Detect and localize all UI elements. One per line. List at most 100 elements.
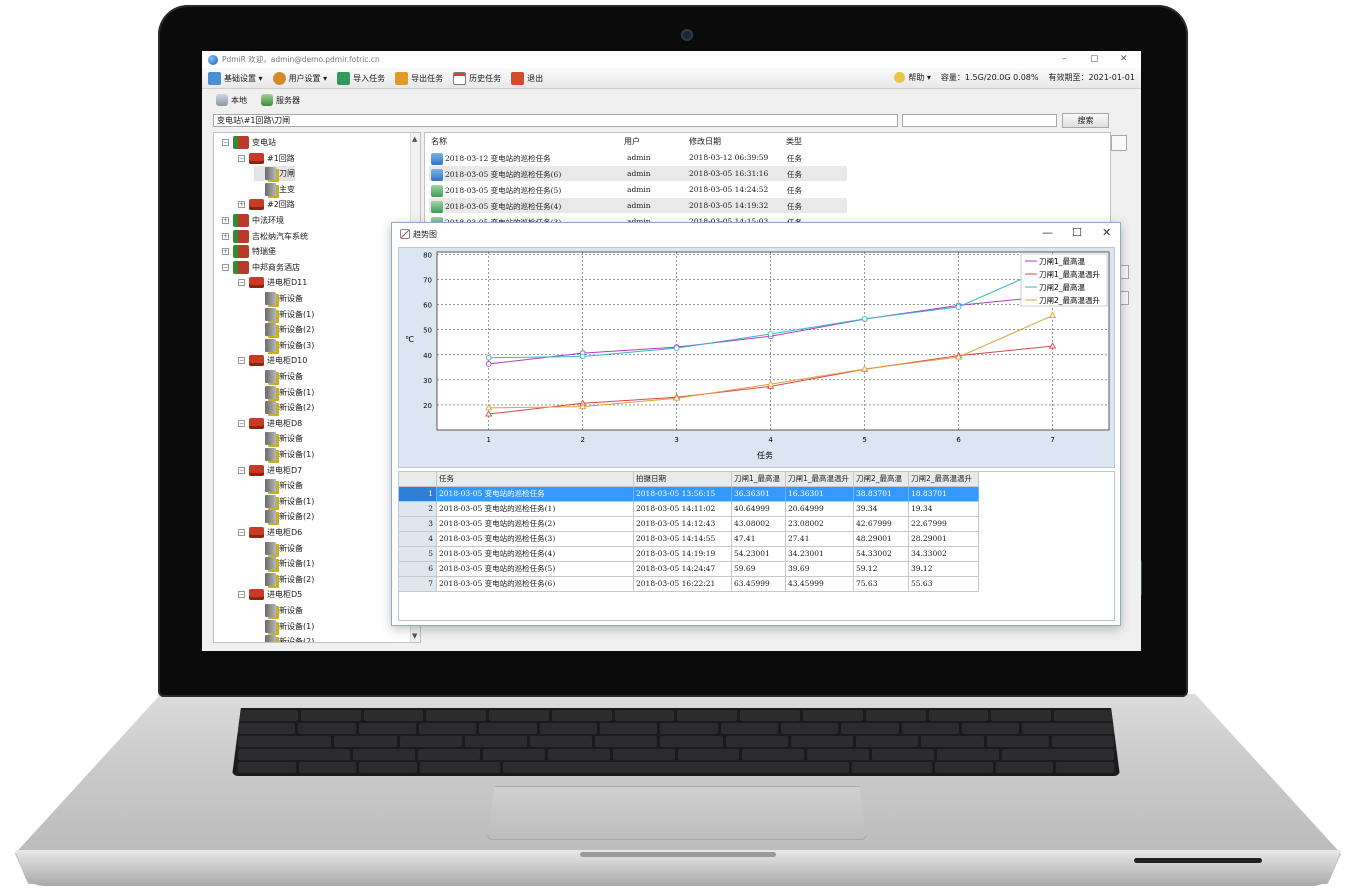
tree-item-station[interactable]: + 吉松纳汽车系统 — [222, 229, 308, 244]
tree-item-device[interactable]: 新设备(3) — [254, 338, 314, 353]
tree-item-device[interactable]: 新设备 — [254, 431, 303, 446]
tree-item-device[interactable]: 新设备(1) — [254, 494, 314, 509]
scroll-up-icon[interactable]: ▲ — [412, 135, 417, 143]
grid-row[interactable]: 1 2018-03-05 变电站的巡检任务 2018-03-05 13:56:15 3… — [399, 487, 979, 502]
collapse-icon[interactable]: − — [238, 279, 245, 287]
minimize-button[interactable]: – — [1062, 54, 1067, 64]
grid-row[interactable]: 2 2018-03-05 变电站的巡检任务(1) 2018-03-05 14:11:… — [399, 502, 979, 517]
trend-close-button[interactable]: ✕ — [1102, 226, 1111, 239]
path-input[interactable]: 变电站\#1回路\刀闸 — [213, 114, 898, 127]
task-row[interactable]: 2018-03-05 变电站的巡检任务(6) admin 2018-03-05 16… — [429, 166, 847, 181]
data-point[interactable] — [485, 361, 492, 367]
tree-item-device[interactable]: 新设备 — [254, 541, 303, 556]
tree-item-device[interactable]: 新设备 — [254, 291, 303, 306]
data-point[interactable] — [673, 345, 680, 351]
maximize-button[interactable]: ▢ — [1090, 54, 1099, 64]
tab-local[interactable]: 本地 — [212, 92, 251, 108]
grid-header[interactable]: 任务 拍摄日期 刀闸1_最高温 刀闸1_最高温温升 刀闸2_最高温 刀闸2_最高温温升 — [399, 472, 979, 487]
collapse-icon[interactable]: − — [238, 529, 245, 536]
grid-row[interactable]: 6 2018-03-05 变电站的巡检任务(5) 2018-03-05 14:24:… — [399, 562, 979, 577]
tree-item-loop[interactable]: − 进电柜D8 — [238, 416, 302, 431]
tree-item-loop[interactable]: − 进电柜D7 — [238, 463, 302, 478]
close-button[interactable]: ✕ — [1120, 54, 1128, 64]
task-name: 2018-03-05 变电站的巡检任务(6) — [445, 170, 562, 179]
collapse-icon[interactable]: − — [238, 357, 245, 365]
task-row[interactable]: 2018-03-05 变电站的巡检任务(5) admin 2018-03-05 14… — [429, 182, 847, 197]
tree-item-device[interactable]: 新设备(1) — [254, 385, 314, 400]
loop-icon — [249, 589, 264, 601]
column-header-user[interactable]: 用户 — [624, 136, 640, 147]
task-row[interactable]: 2018-03-05 变电站的巡检任务(4) admin 2018-03-05 14… — [429, 198, 847, 213]
column-header-name[interactable]: 名称 — [431, 136, 447, 147]
tree-item-device[interactable]: 新设备(1) — [254, 556, 314, 571]
grid-row[interactable]: 4 2018-03-05 变电站的巡检任务(3) 2018-03-05 14:14:… — [399, 532, 979, 547]
tree-item-device[interactable]: 新设备(1) — [254, 447, 314, 462]
tree-item-device[interactable]: 新设备(2) — [254, 572, 314, 587]
tree-item-device[interactable]: 新设备 — [254, 369, 303, 384]
task-row[interactable]: 2018-03-12 变电站的巡检任务 admin 2018-03-12 06:39… — [429, 150, 847, 165]
data-point[interactable] — [955, 304, 962, 310]
tree-item-device[interactable]: 新设备 — [254, 478, 303, 493]
tree-item-device[interactable]: 新设备(2) — [254, 634, 314, 642]
loop-icon — [249, 152, 264, 164]
tab-server[interactable]: 服务器 — [257, 92, 304, 108]
collapse-icon[interactable]: − — [238, 419, 245, 427]
tree-item-device[interactable]: 新设备(1) — [254, 307, 314, 322]
help-icon — [894, 72, 906, 83]
grid-column-header: 刀闸1_最高温 — [732, 472, 786, 487]
tree-item-loop[interactable]: − 进电柜D6 — [238, 525, 302, 540]
tree-item-device[interactable]: 新设备(2) — [254, 509, 314, 524]
tree-item-label: 新设备 — [279, 543, 303, 553]
tree-item-device[interactable]: 新设备 — [254, 603, 303, 618]
export-task-button[interactable]: 导出任务 — [395, 71, 443, 85]
tree-item-device[interactable]: 刀闸 — [254, 166, 295, 182]
search-input[interactable] — [902, 114, 1057, 127]
tree-item-loop[interactable]: + #2回路 — [238, 197, 295, 212]
tree-item-device[interactable]: 新设备(2) — [254, 322, 314, 337]
view-toggle-button[interactable] — [1111, 135, 1127, 151]
tree-item-device[interactable]: 新设备(2) — [254, 400, 314, 415]
expand-icon[interactable]: + — [238, 201, 245, 209]
data-point[interactable] — [861, 316, 868, 322]
tree-item-station[interactable]: − 中邦商务酒店 — [222, 260, 300, 275]
history-task-button[interactable]: 历史任务 — [453, 71, 501, 85]
import-task-button[interactable]: 导入任务 — [337, 71, 385, 85]
user-settings-button[interactable]: 用户设置 ▾ — [272, 71, 327, 85]
main-toolbar: 基础设置 ▾ 用户设置 ▾ 导入任务 导出任务 历史任务 退出 帮助 ▾ 容量：… — [202, 68, 1141, 89]
data-point[interactable] — [767, 331, 774, 337]
tree-item-loop[interactable]: − #1回路 — [238, 151, 295, 166]
collapse-icon[interactable]: − — [222, 263, 229, 271]
grid-cell: 2018-03-05 16:22:21 — [634, 577, 732, 592]
tree-item-station[interactable]: − 变电站 — [222, 135, 276, 150]
data-point[interactable] — [485, 354, 492, 361]
tree-item-loop[interactable]: − 进电柜D11 — [238, 275, 307, 290]
trend-minimize-button[interactable]: — — [1042, 226, 1053, 239]
tree-item-loop[interactable]: − 进电柜D5 — [238, 587, 302, 602]
column-header-date[interactable]: 修改日期 — [689, 136, 721, 147]
tree-item-device[interactable]: 主变 — [254, 182, 295, 197]
grid-row[interactable]: 3 2018-03-05 变电站的巡检任务(2) 2018-03-05 14:12:… — [399, 517, 979, 532]
collapse-icon[interactable]: − — [238, 466, 245, 474]
help-button[interactable]: 帮助 ▾ — [894, 72, 931, 83]
device-icon — [265, 307, 276, 321]
expand-icon[interactable]: + — [222, 217, 229, 224]
grid-row[interactable]: 5 2018-03-05 变电站的巡检任务(4) 2018-03-05 14:19:… — [399, 547, 979, 562]
tree-item-label: 新设备(2) — [279, 325, 315, 335]
data-point[interactable] — [579, 353, 586, 360]
tree-item-station[interactable]: + 特瑞堡 — [222, 244, 276, 259]
collapse-icon[interactable]: − — [238, 154, 245, 162]
expand-icon[interactable]: + — [222, 248, 229, 256]
collapse-icon[interactable]: − — [222, 139, 229, 146]
tree-item-station[interactable]: + 中法环境 — [222, 213, 284, 228]
column-header-type[interactable]: 类型 — [786, 136, 802, 147]
grid-row[interactable]: 7 2018-03-05 变电站的巡检任务(6) 2018-03-05 16:22:… — [399, 577, 979, 592]
tree-item-device[interactable]: 新设备(1) — [254, 619, 314, 634]
exit-button[interactable]: 退出 — [511, 71, 543, 85]
trend-maximize-button[interactable]: ☐ — [1072, 226, 1082, 239]
tree-item-loop[interactable]: − 进电柜D10 — [238, 353, 307, 368]
basic-settings-button[interactable]: 基础设置 ▾ — [208, 71, 263, 85]
expand-icon[interactable]: + — [222, 232, 229, 240]
search-button[interactable]: 搜索 — [1062, 113, 1109, 128]
collapse-icon[interactable]: − — [238, 591, 245, 599]
scroll-down-icon[interactable]: ▼ — [412, 632, 417, 640]
